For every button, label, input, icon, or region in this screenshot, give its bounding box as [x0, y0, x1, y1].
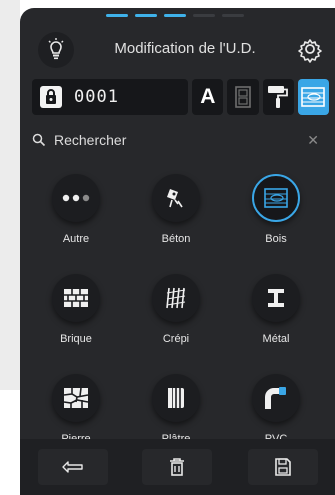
device-id-row: 0001 A: [32, 79, 330, 115]
material-tile-metal[interactable]: Métal: [226, 270, 326, 370]
material-tile-autre[interactable]: Autre: [26, 170, 126, 270]
page-indicator: [106, 14, 244, 17]
save-button[interactable]: [248, 449, 318, 485]
paint-roller-button[interactable]: [262, 79, 294, 115]
door-button[interactable]: [227, 79, 259, 115]
trash-icon: [170, 458, 184, 476]
search-input[interactable]: Rechercher: [54, 132, 126, 148]
settings-button[interactable]: [293, 32, 327, 66]
search-icon: [32, 133, 46, 147]
page-title: Modification de l'U.D.: [114, 40, 256, 57]
material-tile-beton[interactable]: Béton: [126, 170, 226, 270]
material-tile-brique[interactable]: Brique: [26, 270, 126, 370]
wood-icon: [301, 87, 326, 107]
background-panel: [0, 0, 20, 390]
back-button[interactable]: [38, 449, 108, 485]
app-screen: Modification de l'U.D. 0001 A Rechercher…: [20, 8, 335, 495]
render-icon: [152, 274, 200, 322]
back-arrow-icon: [62, 461, 83, 473]
paint-roller-icon: [268, 86, 289, 108]
save-icon: [275, 458, 291, 476]
concrete-drill-icon: [152, 174, 200, 222]
lock-icon: [40, 86, 62, 108]
material-button[interactable]: [297, 79, 330, 115]
bottom-toolbar: [20, 439, 335, 495]
title-bar: Modification de l'U.D.: [20, 26, 335, 70]
material-label: Béton: [161, 233, 191, 245]
dots-icon: [52, 174, 100, 222]
door-icon: [235, 86, 251, 108]
delete-button[interactable]: [142, 449, 212, 485]
pvc-pipe-icon: [252, 374, 300, 422]
material-tile-crepi[interactable]: Crépi: [126, 270, 226, 370]
metal-beam-icon: [252, 274, 300, 322]
material-label: Métal: [262, 333, 290, 345]
letter-a: A: [200, 85, 216, 108]
plaster-icon: [152, 374, 200, 422]
material-label: Brique: [60, 333, 92, 345]
wood-icon: [252, 174, 300, 222]
brick-icon: [52, 274, 100, 322]
device-code-field[interactable]: 0001: [32, 79, 189, 115]
stone-icon: [52, 374, 100, 422]
gear-icon: [298, 39, 322, 63]
material-label: Autre: [62, 233, 90, 245]
material-label: Crépi: [162, 333, 190, 345]
bulb-button[interactable]: [38, 32, 74, 68]
letter-button[interactable]: A: [192, 79, 224, 115]
bulb-icon: [48, 38, 64, 60]
material-label: Bois: [265, 233, 287, 245]
search-bar[interactable]: Rechercher ✕: [32, 125, 329, 155]
close-icon[interactable]: ✕: [307, 132, 319, 149]
material-tile-bois[interactable]: Bois: [226, 170, 326, 270]
device-code: 0001: [74, 87, 119, 107]
